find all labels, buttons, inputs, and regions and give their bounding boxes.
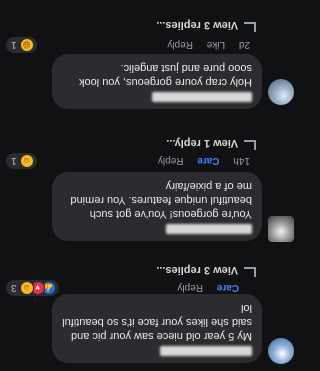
comment-time: 2d <box>238 39 250 50</box>
comment-text: My 5 year old niece saw your pic and sai… <box>62 302 252 342</box>
comment-text: You're gorgeous! You've got such beautif… <box>70 180 252 220</box>
comment-actions: 14h Care Reply <box>147 155 250 166</box>
commenter-avatar[interactable] <box>268 216 294 242</box>
view-replies-label: View 3 replies... <box>156 264 238 276</box>
comment-time: 14h <box>233 155 250 166</box>
redacted-name <box>152 92 252 102</box>
reply-arrow-icon <box>244 140 256 150</box>
reaction-count: 1 <box>11 155 17 167</box>
view-replies-label: View 3 replies... <box>156 19 238 31</box>
reply-arrow-icon <box>244 22 256 32</box>
reply-button[interactable]: Reply <box>158 155 184 166</box>
redacted-name <box>166 224 252 234</box>
comment-text: Holy crap youre gorgeous, you look sooo … <box>78 62 252 88</box>
view-replies-link[interactable]: View 3 replies... <box>156 264 256 277</box>
commenter-avatar[interactable] <box>268 338 294 364</box>
commenter-avatar[interactable] <box>268 79 294 105</box>
comment-thread: My 5 year old niece saw your pic and sai… <box>0 0 300 371</box>
redacted-name <box>160 346 252 356</box>
reaction-count: 1 <box>11 39 17 51</box>
haha-emoji-icon: 😆 <box>19 38 34 52</box>
care-button[interactable]: Care <box>197 155 219 166</box>
comment-2: You're gorgeous! You've got such beautif… <box>0 137 300 249</box>
care-emoji-icon: ☺ <box>19 154 34 168</box>
view-replies-link[interactable]: View 3 replies... <box>156 19 256 32</box>
reply-button[interactable]: Reply <box>167 39 193 50</box>
reaction-summary[interactable]: 😆 1 <box>6 37 37 53</box>
comment-actions: 2d Like Reply <box>156 39 250 50</box>
like-button[interactable]: Like <box>207 39 225 50</box>
reply-button[interactable]: Reply <box>177 282 203 293</box>
care-button[interactable]: Care <box>217 282 239 293</box>
care-emoji-icon: ☺ <box>19 281 34 295</box>
view-replies-link[interactable]: View 1 reply... <box>166 137 256 150</box>
comment-actions: Care Reply <box>166 282 250 293</box>
comment-bubble: My 5 year old niece saw your pic and sai… <box>52 294 262 363</box>
view-replies-label: View 1 reply... <box>166 137 238 149</box>
comment-bubble: Holy crap youre gorgeous, you look sooo … <box>52 54 262 109</box>
reaction-summary[interactable]: ☺ 1 <box>6 153 37 169</box>
comment-bubble: You're gorgeous! You've got such beautif… <box>52 172 262 241</box>
comment-1: My 5 year old niece saw your pic and sai… <box>0 261 300 371</box>
reply-arrow-icon <box>244 267 256 277</box>
reaction-count: 3 <box>11 282 17 294</box>
reaction-summary[interactable]: 👍 ♥ ☺ 3 <box>6 280 59 296</box>
comment-3: Holy crap youre gorgeous, you look sooo … <box>0 0 300 127</box>
